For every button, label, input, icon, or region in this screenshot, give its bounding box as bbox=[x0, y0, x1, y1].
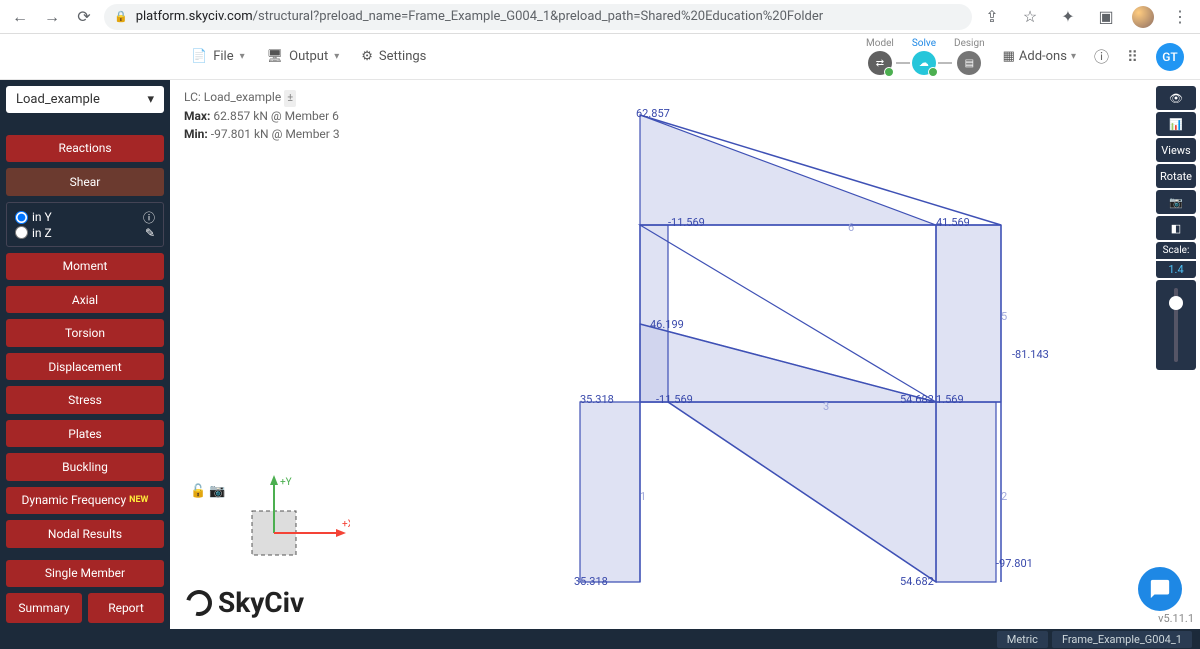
logo-text: SkyCiv bbox=[218, 586, 304, 619]
tool-camera[interactable]: 📷 bbox=[1156, 190, 1196, 214]
logo: SkyCiv bbox=[186, 586, 304, 619]
menu-settings-label: Settings bbox=[379, 49, 426, 64]
radio-in-z[interactable]: in Z bbox=[15, 226, 52, 240]
kebab-icon[interactable]: ⋮ bbox=[1168, 7, 1192, 26]
browser-reload[interactable]: ⟳ bbox=[72, 7, 96, 26]
axes-indicator: +Y +X bbox=[230, 475, 350, 569]
scale-value: 1.4 bbox=[1156, 261, 1196, 278]
workflow-stepper: Model ⇄ Solve ☁ Design ▤ bbox=[866, 38, 985, 75]
brush-icon[interactable]: ✎ bbox=[145, 226, 155, 240]
browser-back[interactable]: ← bbox=[8, 7, 32, 27]
url-text: platform.skyciv.com/structural?preload_n… bbox=[136, 9, 823, 24]
canvas[interactable]: LC: Load_example ± Max: 62.857 kN @ Memb… bbox=[170, 80, 1200, 629]
tool-cube[interactable]: ◧ bbox=[1156, 216, 1196, 240]
gear-icon: ⚙ bbox=[361, 49, 373, 64]
scale-slider[interactable] bbox=[1156, 280, 1196, 370]
addons-menu[interactable]: ▦ Add-ons bbox=[1003, 49, 1076, 64]
btn-shear[interactable]: Shear bbox=[6, 168, 164, 195]
shear-options: in Y ⓘ in Z ✎ bbox=[6, 202, 164, 247]
share-icon[interactable]: ⇪ bbox=[980, 7, 1004, 26]
right-toolbar: 👁 📊 Views Rotate 📷 ◧ Scale: 1.4 bbox=[1156, 86, 1196, 370]
btn-buckling[interactable]: Buckling bbox=[6, 453, 164, 480]
lock-icon: 🔒 bbox=[114, 10, 128, 23]
workflow-design[interactable]: Design ▤ bbox=[954, 38, 985, 75]
file-icon: 📄 bbox=[191, 49, 207, 64]
btn-summary[interactable]: Summary bbox=[6, 593, 82, 623]
info-icon[interactable]: ⓘ bbox=[143, 209, 155, 226]
sidebar: Load_example▾ Reactions Shear in Y ⓘ in … bbox=[0, 80, 170, 629]
statusbar: Metric Frame_Example_G004_1 bbox=[0, 629, 1200, 649]
menu-output-label: Output bbox=[289, 49, 328, 64]
svg-text:+Y: +Y bbox=[280, 477, 292, 488]
btn-dynamic[interactable]: Dynamic FrequencyNEW bbox=[6, 487, 164, 514]
apps-icon[interactable]: ⠿ bbox=[1127, 48, 1138, 66]
url-bar[interactable]: 🔒 platform.skyciv.com/structural?preload… bbox=[104, 4, 972, 30]
view-mode-icons[interactable]: 🔓 📷 bbox=[190, 484, 226, 499]
scale-label: Scale: bbox=[1156, 242, 1196, 259]
extension-icon[interactable]: ✦ bbox=[1056, 7, 1080, 26]
user-badge[interactable]: GT bbox=[1156, 43, 1184, 71]
status-file[interactable]: Frame_Example_G004_1 bbox=[1052, 631, 1192, 648]
workflow-solve[interactable]: Solve ☁ bbox=[912, 38, 936, 75]
load-case-dropdown[interactable]: Load_example▾ bbox=[6, 86, 164, 113]
monitor-icon: 🖥 bbox=[267, 49, 284, 64]
logo-icon bbox=[181, 585, 217, 621]
load-case-label: Load_example bbox=[16, 92, 100, 107]
btn-moment[interactable]: Moment bbox=[6, 253, 164, 280]
status-units[interactable]: Metric bbox=[997, 631, 1048, 648]
svg-text:+X: +X bbox=[342, 519, 350, 530]
btn-stress[interactable]: Stress bbox=[6, 386, 164, 413]
btn-displacement[interactable]: Displacement bbox=[6, 353, 164, 380]
tool-rotate[interactable]: Rotate bbox=[1156, 164, 1196, 188]
btn-plates[interactable]: Plates bbox=[6, 420, 164, 447]
tool-chart[interactable]: 📊 bbox=[1156, 112, 1196, 136]
radio-in-y[interactable]: in Y bbox=[15, 210, 52, 224]
menu-file[interactable]: 📄 File bbox=[191, 49, 245, 64]
btn-reactions[interactable]: Reactions bbox=[6, 135, 164, 162]
grid-icon: ▦ bbox=[1003, 49, 1015, 64]
addons-label: Add-ons bbox=[1019, 49, 1067, 64]
new-badge: NEW bbox=[129, 495, 148, 505]
browser-forward[interactable]: → bbox=[40, 7, 64, 27]
menu-output[interactable]: 🖥 Output bbox=[267, 49, 340, 64]
tool-views[interactable]: Views bbox=[1156, 138, 1196, 162]
workflow-model[interactable]: Model ⇄ bbox=[866, 38, 894, 75]
menu-settings[interactable]: ⚙ Settings bbox=[361, 49, 426, 64]
profile-avatar[interactable] bbox=[1132, 6, 1154, 28]
btn-axial[interactable]: Axial bbox=[6, 286, 164, 313]
tool-eye[interactable]: 👁 bbox=[1156, 86, 1196, 110]
menu-file-label: File bbox=[213, 49, 233, 64]
btn-torsion[interactable]: Torsion bbox=[6, 319, 164, 346]
star-icon[interactable]: ☆ bbox=[1018, 7, 1042, 26]
btn-nodal[interactable]: Nodal Results bbox=[6, 520, 164, 547]
btn-report[interactable]: Report bbox=[88, 593, 164, 623]
panel-icon[interactable]: ▣ bbox=[1094, 7, 1118, 26]
btn-single-member[interactable]: Single Member bbox=[6, 560, 164, 587]
chat-button[interactable] bbox=[1138, 567, 1182, 611]
help-icon[interactable]: ⓘ bbox=[1094, 46, 1109, 67]
version-label: v5.11.1 bbox=[1158, 612, 1194, 625]
